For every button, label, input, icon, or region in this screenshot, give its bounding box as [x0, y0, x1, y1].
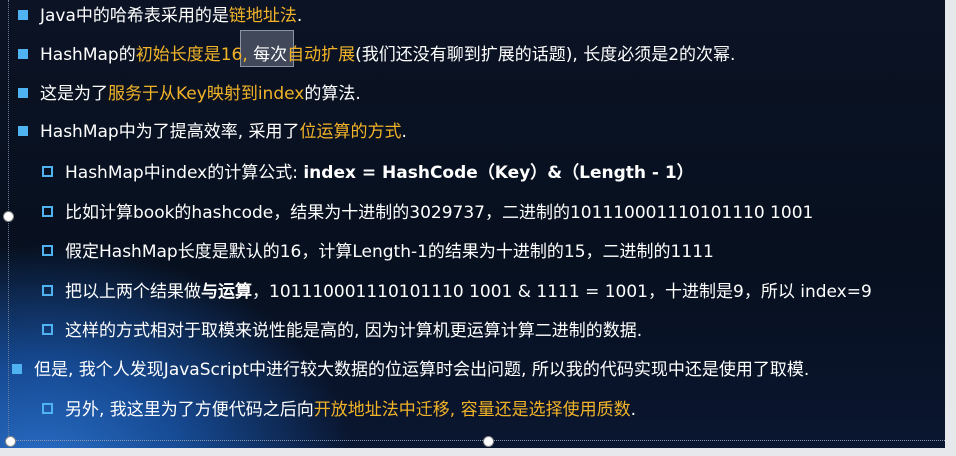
highlighted-text: 链地址法 — [228, 6, 297, 26]
hollow-square-bullet-icon — [42, 245, 53, 256]
text: 假定HashMap长度是默认的16，计算Length-1的结果为十进制的15，二… — [65, 242, 714, 262]
text: Java中的哈希表采用的是 — [40, 6, 229, 26]
slide: Java中的哈希表采用的是链地址法. HashMap的初始长度是16, 每次自动扩… — [0, 0, 945, 448]
bullet-item: HashMap中index的计算公式: index = HashCode（Key… — [42, 162, 694, 184]
square-bullet-icon — [18, 88, 28, 98]
text: 的算法. — [304, 84, 361, 104]
square-bullet-icon — [12, 364, 22, 374]
text: 每次 — [247, 45, 288, 65]
text: 比如计算book的hashcode，结果为十进制的3029737，二进制的101… — [65, 203, 814, 223]
square-bullet-icon — [18, 10, 28, 20]
text: 这是为了 — [40, 84, 108, 104]
highlighted-text: 开放地址法中迁移, — [313, 400, 456, 420]
highlighted-text: 容量还是选择使用质数 — [460, 400, 631, 420]
bullet-item: HashMap的初始长度是16, 每次自动扩展(我们还没有聊到扩展的话题), 长… — [18, 44, 735, 66]
text: . — [630, 400, 637, 420]
hollow-square-bullet-icon — [42, 206, 53, 217]
resize-handle-bottom[interactable] — [483, 436, 494, 447]
hollow-square-bullet-icon — [42, 403, 53, 414]
hollow-square-bullet-icon — [42, 285, 53, 296]
text: HashMap中为了提高效率, 采用了 — [40, 122, 300, 142]
hollow-square-bullet-icon — [42, 166, 53, 177]
bullet-item: 比如计算book的hashcode，结果为十进制的3029737，二进制的101… — [42, 202, 813, 224]
highlighted-text: 自动扩展 — [287, 45, 356, 65]
highlighted-text: 位运算的方式 — [299, 122, 402, 142]
square-bullet-icon — [18, 49, 28, 59]
text: HashMap中index的计算公式: — [65, 163, 304, 183]
bullet-item: HashMap中为了提高效率, 采用了位运算的方式. — [18, 121, 407, 143]
bold-text: 与运算 — [201, 282, 252, 302]
bullet-item: 这是为了服务于从Key映射到index的算法. — [18, 83, 361, 105]
text: 这样的方式相对于取模来说性能是高的, 因为计算机更运算计算二进制的数据. — [65, 321, 643, 341]
square-bullet-icon — [18, 126, 28, 136]
text: . — [296, 6, 303, 26]
bullet-item: 假定HashMap长度是默认的16，计算Length-1的结果为十进制的15，二… — [42, 241, 714, 263]
highlighted-text: 初始长度是16, — [135, 45, 248, 65]
resize-handle-bottom-left[interactable] — [5, 436, 16, 447]
highlighted-text: 服务于从Key映射到index — [108, 84, 305, 104]
bullet-item: 这样的方式相对于取模来说性能是高的, 因为计算机更运算计算二进制的数据. — [42, 320, 642, 342]
text: 把以上两个结果做 — [65, 282, 201, 302]
textbox-border-bottom — [8, 440, 945, 441]
bullet-item: 把以上两个结果做与运算，101110001110101110 1001 & 11… — [42, 281, 872, 303]
bold-text: index = HashCode（Key）&（Length - 1） — [303, 163, 694, 183]
text: (我们还没有聊到扩展的话题), 长度必须是2的次幂. — [355, 45, 736, 65]
text: HashMap的 — [40, 45, 136, 65]
bullet-item: Java中的哈希表采用的是链地址法. — [18, 5, 302, 27]
bullet-item: 另外, 我这里为了方便代码之后向开放地址法中迁移, 容量还是选择使用质数. — [42, 399, 636, 421]
resize-handle-left[interactable] — [3, 211, 14, 222]
text: ，101110001110101110 1001 & 1111 = 1001，十… — [252, 282, 872, 302]
text: 但是, 我个人发现JavaScript中进行较大数据的位运算时会出问题, 所以我… — [34, 360, 810, 380]
text: . — [401, 122, 407, 142]
text: 另外, 我这里为了方便代码之后向 — [65, 400, 314, 420]
bullet-item: 但是, 我个人发现JavaScript中进行较大数据的位运算时会出问题, 所以我… — [12, 359, 809, 381]
hollow-square-bullet-icon — [42, 324, 53, 335]
